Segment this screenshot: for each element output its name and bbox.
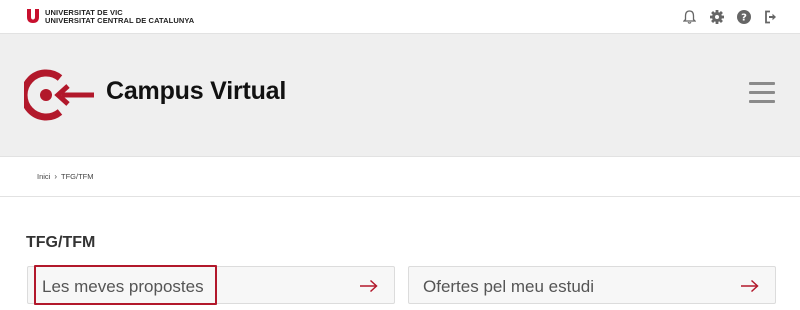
hamburger-line [749,91,775,94]
breadcrumb-bar: Inici › TFG/TFM [0,157,800,197]
site-title[interactable]: Campus Virtual [106,77,286,106]
arrow-right-icon [741,279,759,293]
arrow-right-icon [360,279,378,293]
campus-virtual-logo-icon[interactable] [24,68,96,122]
card-ofertes-pel-meu-estudi[interactable]: Ofertes pel meu estudi [408,266,776,304]
breadcrumb-current: TFG/TFM [61,172,94,181]
hamburger-icon[interactable] [749,82,775,104]
breadcrumb-home-link[interactable]: Inici [37,172,50,181]
university-name[interactable]: UNIVERSITAT DE VIC UNIVERSITAT CENTRAL D… [45,9,194,25]
card-les-meves-propostes[interactable]: Les meves propostes [27,266,395,304]
university-logo-icon[interactable] [26,9,40,23]
hamburger-line [749,82,775,85]
top-icons: ? [682,9,778,24]
university-name-line2: UNIVERSITAT CENTRAL DE CATALUNYA [45,16,195,25]
card-label: Ofertes pel meu estudi [423,277,595,296]
logout-icon[interactable] [763,9,778,24]
hamburger-line [749,100,775,103]
help-icon[interactable]: ? [736,9,751,24]
page-title: TFG/TFM [26,234,96,251]
top-bar: UNIVERSITAT DE VIC UNIVERSITAT CENTRAL D… [0,0,800,34]
breadcrumb-separator: › [54,172,58,181]
site-header: Campus Virtual [0,34,800,157]
card-label: Les meves propostes [42,277,204,296]
gear-icon[interactable] [709,9,724,24]
breadcrumb: Inici › TFG/TFM [37,172,94,181]
bell-icon[interactable] [682,9,697,24]
svg-text:?: ? [741,12,747,23]
